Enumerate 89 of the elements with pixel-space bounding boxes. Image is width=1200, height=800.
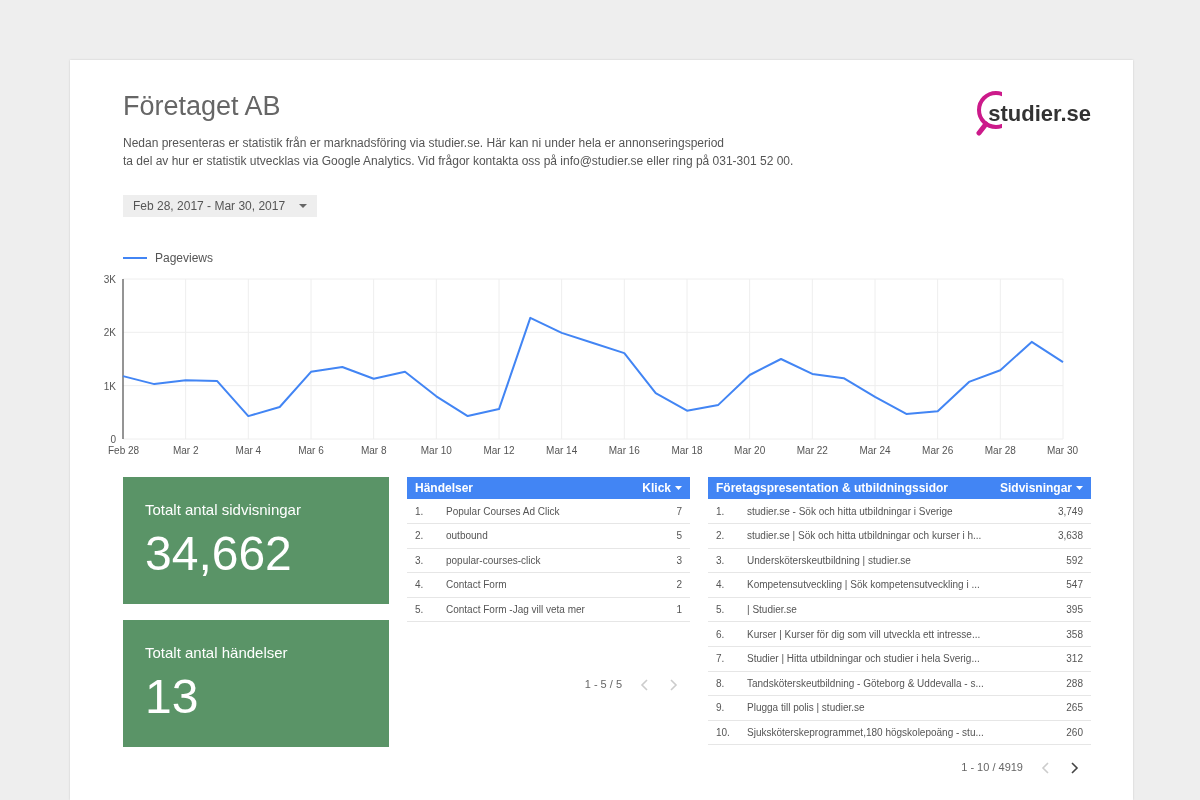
row-value: 3 xyxy=(676,553,682,568)
x-tick-label: Mar 14 xyxy=(546,445,578,457)
row-name: Popular Courses Ad Click xyxy=(446,504,561,519)
row-rank: 1. xyxy=(716,504,726,519)
y-tick-label: 2K xyxy=(103,327,116,339)
row-name: Undersköterskeutbildning | studier.se xyxy=(747,553,912,568)
chevron-right-icon xyxy=(1071,761,1079,774)
row-value: 2 xyxy=(676,578,682,593)
row-name: studier.se | Sök och hitta utbildningar och kurser i h... xyxy=(747,529,983,544)
x-tick-label: Mar 22 xyxy=(796,445,828,457)
row-name: studier.se - Sök och hitta utbildningar i Sverige xyxy=(747,504,954,519)
x-tick-label: Mar 30 xyxy=(1046,445,1078,457)
row-name: outbound xyxy=(446,529,489,544)
column-header: Företagspresentation & utbildningssidor xyxy=(716,480,948,498)
row-rank: 3. xyxy=(716,553,726,568)
row-rank: 3. xyxy=(415,553,425,568)
legend-line-icon xyxy=(123,257,147,260)
kpi-label: Totalt antal händelser xyxy=(145,643,289,664)
column-header: Händelser xyxy=(415,480,474,498)
row-value: 3,749 xyxy=(1057,504,1083,519)
pagination-range: 1 - 5 / 5 xyxy=(584,677,622,693)
row-name: Sjuksköterskeprogrammet,180 högskolepoäng - stu... xyxy=(747,726,985,741)
row-rank: 2. xyxy=(716,529,726,544)
row-rank: 8. xyxy=(716,676,726,691)
row-name: Studier | Hitta utbildningar och studier i hela Sverig... xyxy=(747,652,981,667)
y-tick-label: 1K xyxy=(103,381,116,393)
row-rank: 9. xyxy=(716,701,726,716)
row-rank: 4. xyxy=(716,578,726,593)
row-value: 265 xyxy=(1066,701,1083,716)
row-rank: 2. xyxy=(415,529,425,544)
row-name: Tandsköterskeutbildning - Göteborg & Uddevalla - s... xyxy=(747,676,985,691)
row-rank: 4. xyxy=(415,578,425,593)
row-value: 547 xyxy=(1066,578,1083,593)
pagination-range: 1 - 10 / 4919 xyxy=(961,760,1023,776)
sort-column-header[interactable]: Sidvisningar xyxy=(999,479,1083,498)
sort-column-header[interactable]: Klick xyxy=(642,479,682,498)
row-name: Plugga till polis | studier.se xyxy=(747,701,866,716)
x-tick-label: Mar 18 xyxy=(671,445,703,457)
x-tick-label: Mar 6 xyxy=(298,445,324,457)
sort-arrow-icon xyxy=(675,486,682,491)
row-rank: 5. xyxy=(415,603,425,618)
row-name: Kurser | Kurser för dig som vill utveckla ett intresse... xyxy=(747,627,982,642)
x-tick-label: Mar 12 xyxy=(483,445,515,457)
caret-icon xyxy=(299,204,308,209)
row-value: 358 xyxy=(1066,627,1083,642)
y-tick-label: 3K xyxy=(103,274,116,286)
row-value: 288 xyxy=(1066,676,1083,691)
chevron-right-icon xyxy=(670,678,678,691)
row-rank: 1. xyxy=(415,504,425,519)
row-value: 395 xyxy=(1066,603,1083,618)
x-tick-label: Mar 10 xyxy=(420,445,452,457)
date-range-dropdown[interactable]: Feb 28, 2017 - Mar 30, 2017 xyxy=(123,195,318,218)
description-text: ta del av hur er statistik utvecklas via Google Analytics. Vid frågor kontakta oss på info@studier.se eller ring på 031-301 52 00. xyxy=(123,153,794,171)
row-value: 5 xyxy=(676,529,682,544)
row-name: Contact Form -Jag vill veta mer xyxy=(446,603,586,618)
x-tick-label: Mar 26 xyxy=(922,445,954,457)
row-value: 592 xyxy=(1066,553,1083,568)
row-name: Kompetensutveckling | Sök kompetensutveckling i ... xyxy=(747,578,981,593)
kpi-value: 13 xyxy=(145,670,200,724)
x-tick-label: Mar 28 xyxy=(984,445,1016,457)
row-value: 1 xyxy=(676,603,682,618)
x-tick-label: Feb 28 xyxy=(108,445,140,457)
row-value: 7 xyxy=(676,504,682,519)
x-tick-label: Mar 8 xyxy=(360,445,387,457)
chevron-left-icon xyxy=(1041,761,1049,774)
row-rank: 5. xyxy=(716,603,726,618)
kpi-value: 34,662 xyxy=(145,527,293,581)
x-tick-label: Mar 16 xyxy=(608,445,640,457)
row-value: 3,638 xyxy=(1057,529,1083,544)
row-name: popular-courses-click xyxy=(446,553,542,568)
x-tick-label: Mar 2 xyxy=(172,445,199,457)
description-text: Nedan presenteras er statistik från er marknadsföring via studier.se. Här kan ni under hela er annonseringsperiod xyxy=(123,135,725,153)
report-title: Företaget AB xyxy=(123,90,282,123)
row-value: 312 xyxy=(1066,652,1083,667)
y-tick-label: 0 xyxy=(110,434,116,446)
chevron-left-icon xyxy=(640,678,648,691)
row-rank: 6. xyxy=(716,627,726,642)
x-tick-label: Mar 24 xyxy=(859,445,891,457)
kpi-label: Totalt antal sidvisningar xyxy=(145,500,302,521)
x-tick-label: Mar 20 xyxy=(734,445,766,457)
legend-label: Pageviews xyxy=(155,250,214,268)
row-name: Contact Form xyxy=(446,578,508,593)
row-rank: 7. xyxy=(716,652,726,667)
row-value: 260 xyxy=(1066,726,1083,741)
row-rank: 10. xyxy=(716,726,731,741)
row-name: | Studier.se xyxy=(747,603,798,618)
x-tick-label: Mar 4 xyxy=(235,445,262,457)
logo-text: studier.se xyxy=(988,99,1091,128)
sort-arrow-icon xyxy=(1076,486,1083,491)
